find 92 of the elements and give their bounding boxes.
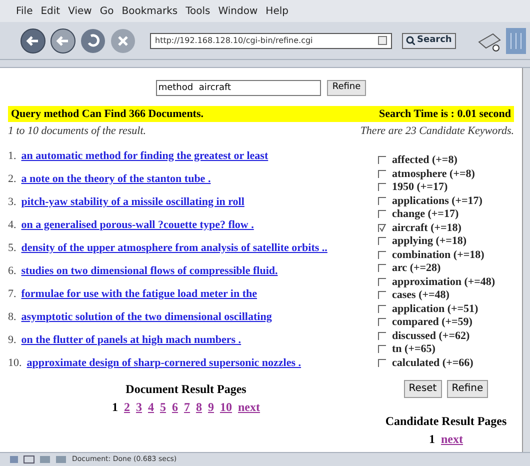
keyword-checkbox[interactable] bbox=[378, 332, 386, 340]
menu-item[interactable]: Bookmarks bbox=[122, 4, 178, 18]
keyword-checkbox[interactable] bbox=[378, 291, 386, 300]
keyword-label: calculated (+=66) bbox=[392, 356, 474, 370]
keyword-checkbox[interactable] bbox=[378, 224, 386, 232]
menu-item[interactable]: File bbox=[16, 4, 33, 18]
keyword-checkbox[interactable] bbox=[378, 250, 386, 259]
address-field[interactable]: http://192.168.128.10/cgi-bin/refine.cgi bbox=[150, 32, 392, 48]
keyword-checkbox[interactable] bbox=[378, 183, 386, 192]
result-number: 7. bbox=[8, 286, 16, 300]
page-link[interactable]: 6 bbox=[172, 398, 178, 416]
keyword-checkbox[interactable] bbox=[378, 196, 386, 205]
keyword-checkbox[interactable] bbox=[378, 278, 386, 286]
keyword-checkbox[interactable] bbox=[378, 358, 386, 367]
result-link[interactable]: on a generalised porous-wall ?couette type? flow . bbox=[21, 218, 254, 232]
form-button[interactable]: Refine bbox=[446, 380, 488, 398]
keyword-label: applications (+=17) bbox=[392, 194, 482, 208]
page-link[interactable]: 5 bbox=[160, 398, 166, 416]
keyword-label: aircraft (+=18) bbox=[392, 220, 462, 236]
query-field[interactable]: method aircraft bbox=[156, 80, 322, 96]
current-page: 1 bbox=[429, 430, 435, 448]
keyword-label: compared (+=59) bbox=[392, 315, 472, 330]
keyword-label: 1950 (+=17) bbox=[392, 180, 448, 195]
page-link[interactable]: 8 bbox=[196, 398, 202, 416]
keyword-checkbox[interactable] bbox=[378, 345, 386, 354]
menu-item[interactable]: View bbox=[68, 4, 92, 18]
result-link[interactable]: density of the upper atmosphere from analysis of satellite orbits .. bbox=[21, 240, 328, 254]
query-summary: Query method Can Find 366 Documents. bbox=[11, 106, 204, 122]
check-icon bbox=[379, 224, 386, 232]
page-link[interactable]: 2 bbox=[124, 398, 130, 416]
pages-title: Document Result Pages bbox=[126, 380, 246, 398]
keyword-label: applying (+=18) bbox=[392, 234, 467, 249]
pages-title: Candidate Result Pages bbox=[385, 412, 507, 430]
keyword-label: cases (+=48) bbox=[392, 288, 450, 303]
keyword-label: application (+=51) bbox=[392, 302, 478, 316]
page-link[interactable]: next bbox=[441, 430, 463, 448]
menu-item[interactable]: Go bbox=[100, 4, 114, 18]
page-link[interactable]: 10 bbox=[220, 398, 232, 416]
keyword-checkbox[interactable] bbox=[378, 170, 386, 178]
result-link[interactable]: a note on the theory of the stanton tube . bbox=[21, 172, 211, 186]
menu-item[interactable]: Window bbox=[218, 4, 258, 18]
keyword-checkbox[interactable] bbox=[378, 237, 386, 246]
result-number: 2. bbox=[8, 172, 16, 186]
result-number: 9. bbox=[8, 332, 16, 346]
search-icon bbox=[406, 36, 415, 45]
result-link[interactable]: studies on two dimensional flows of compressible fluid. bbox=[21, 264, 278, 278]
form-button[interactable]: Reset bbox=[404, 380, 442, 398]
menu-item[interactable]: Help bbox=[266, 4, 288, 18]
result-link[interactable]: an automatic method for finding the greatest or least bbox=[21, 148, 268, 162]
search-time: Search Time is : 0.01 second bbox=[378, 106, 511, 122]
result-number: 1. bbox=[8, 148, 16, 162]
keyword-checkbox[interactable] bbox=[378, 264, 386, 272]
page-link[interactable]: 9 bbox=[208, 398, 214, 416]
result-number: 5. bbox=[8, 240, 16, 254]
keywords-caption: There are 23 Candidate Keywords. bbox=[360, 124, 514, 139]
result-link[interactable]: formulae for use with the fatigue load meter in the bbox=[21, 286, 258, 300]
results-caption: 1 to 10 documents of the result. bbox=[8, 124, 146, 139]
keyword-label: tn (+=65) bbox=[392, 342, 436, 357]
keyword-label: arc (+=28) bbox=[392, 261, 441, 276]
keyword-label: approximation (+=48) bbox=[392, 274, 496, 290]
page-link[interactable]: 4 bbox=[148, 398, 154, 416]
keyword-checkbox[interactable] bbox=[378, 156, 386, 164]
page-link[interactable]: 7 bbox=[184, 398, 190, 416]
result-number: 4. bbox=[8, 218, 16, 232]
result-link[interactable]: on the flutter of panels at high mach numbers . bbox=[21, 332, 242, 346]
keyword-checkbox[interactable] bbox=[378, 304, 386, 313]
dropdown-icon[interactable] bbox=[378, 36, 387, 45]
menu-item[interactable]: Edit bbox=[40, 4, 60, 18]
page-link[interactable]: next bbox=[238, 398, 260, 416]
result-number: 6. bbox=[8, 264, 16, 278]
result-number: 8. bbox=[8, 310, 16, 324]
keyword-label: change (+=17) bbox=[392, 207, 459, 222]
page-link[interactable]: 3 bbox=[136, 398, 142, 416]
reload-icon[interactable] bbox=[80, 28, 106, 54]
search-button[interactable]: Search bbox=[402, 32, 456, 48]
result-link[interactable]: asymptotic solution of the two dimensional oscillating bbox=[21, 310, 272, 324]
keyword-checkbox[interactable] bbox=[378, 210, 386, 218]
result-link[interactable]: pitch-yaw stability of a missile oscillating in roll bbox=[21, 194, 244, 208]
current-page: 1 bbox=[112, 398, 118, 416]
result-number: 3. bbox=[8, 194, 16, 208]
keyword-label: discussed (+=62) bbox=[392, 328, 470, 344]
keyword-label: atmosphere (+=8) bbox=[392, 166, 475, 182]
keyword-checkbox[interactable] bbox=[378, 318, 386, 326]
status-icons-drawing bbox=[10, 455, 66, 464]
result-number: 10. bbox=[8, 356, 22, 370]
keyword-label: combination (+=18) bbox=[392, 248, 484, 262]
logo-icon bbox=[506, 28, 526, 54]
stop-icon[interactable] bbox=[110, 28, 136, 54]
keyword-label: affected (+=8) bbox=[392, 153, 458, 168]
result-link[interactable]: approximate design of sharp-cornered supersonic nozzles . bbox=[26, 356, 302, 370]
refine-button[interactable]: Refine bbox=[327, 80, 366, 96]
menu-item[interactable]: Tools bbox=[186, 4, 210, 18]
